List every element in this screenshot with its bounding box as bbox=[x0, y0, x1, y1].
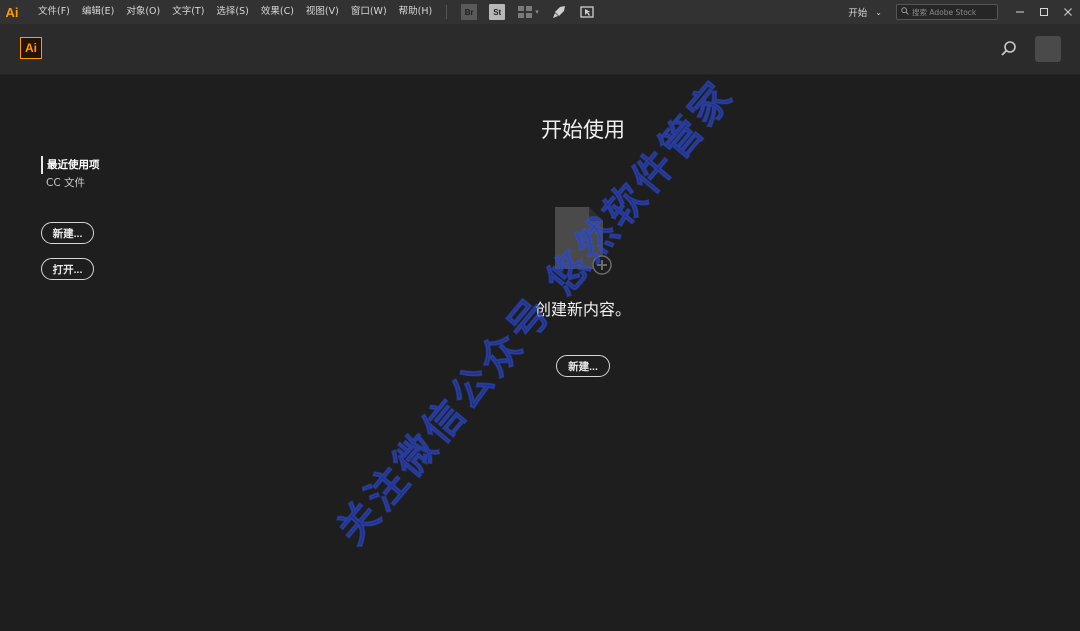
menu-object[interactable]: 对象(O) bbox=[120, 0, 166, 24]
maximize-button[interactable] bbox=[1032, 0, 1056, 24]
sidebar-item-cc-files[interactable]: CC 文件 bbox=[41, 174, 100, 192]
menu-edit[interactable]: 编辑(E) bbox=[76, 0, 120, 24]
stock-search-placeholder: 搜索 Adobe Stock bbox=[912, 7, 977, 17]
rocket-icon[interactable] bbox=[551, 4, 567, 20]
create-new-content-text: 创建新内容。 bbox=[534, 300, 631, 319]
chevron-down-icon: ⌄ bbox=[875, 7, 882, 17]
new-document-icon bbox=[553, 205, 615, 277]
menu-help[interactable]: 帮助(H) bbox=[393, 0, 439, 24]
workspace-switcher[interactable]: 开始 ⌄ bbox=[848, 5, 882, 20]
sidebar-new-button[interactable]: 新建... bbox=[41, 222, 94, 244]
stock-search-input[interactable]: 搜索 Adobe Stock bbox=[896, 4, 998, 20]
app-logo-small: Ai bbox=[5, 4, 19, 20]
menu-bar-right: 开始 ⌄ 搜索 Adobe Stock bbox=[848, 0, 1080, 24]
stock-icon[interactable]: St bbox=[489, 4, 506, 20]
chevron-down-icon[interactable]: ▾ bbox=[535, 8, 539, 16]
illustrator-start-screen: Ai 文件(F) 编辑(E) 对象(O) 文字(T) 选择(S) 效果(C) 视… bbox=[0, 0, 1080, 631]
sidebar-item-recent[interactable]: 最近使用项 bbox=[41, 156, 100, 174]
menu-items: 文件(F) 编辑(E) 对象(O) 文字(T) 选择(S) 效果(C) 视图(V… bbox=[32, 0, 438, 24]
sidebar: 最近使用项 CC 文件 bbox=[41, 156, 100, 192]
new-document-button[interactable]: 新建... bbox=[556, 355, 610, 377]
illustrator-logo: Ai bbox=[20, 37, 42, 59]
close-button[interactable] bbox=[1056, 0, 1080, 24]
avatar[interactable] bbox=[1035, 36, 1061, 62]
minimize-button[interactable] bbox=[1008, 0, 1032, 24]
page-title: 开始使用 bbox=[541, 118, 625, 142]
search-icon bbox=[901, 7, 909, 17]
search-icon[interactable] bbox=[999, 39, 1019, 59]
menu-type[interactable]: 文字(T) bbox=[166, 0, 210, 24]
toolbar-separator bbox=[446, 5, 448, 19]
gpu-preview-icon[interactable] bbox=[579, 4, 595, 20]
menu-bar: Ai 文件(F) 编辑(E) 对象(O) 文字(T) 选择(S) 效果(C) 视… bbox=[0, 0, 1080, 25]
menu-select[interactable]: 选择(S) bbox=[210, 0, 254, 24]
sidebar-open-button[interactable]: 打开... bbox=[41, 258, 94, 280]
arrange-documents-icon[interactable] bbox=[517, 4, 533, 20]
menu-effect[interactable]: 效果(C) bbox=[255, 0, 300, 24]
bridge-icon[interactable]: Br bbox=[461, 4, 478, 20]
menu-view[interactable]: 视图(V) bbox=[300, 0, 345, 24]
menu-file[interactable]: 文件(F) bbox=[32, 0, 76, 24]
menu-window[interactable]: 窗口(W) bbox=[345, 0, 393, 24]
home-header: Ai bbox=[0, 25, 1080, 75]
workspace-label: 开始 bbox=[848, 8, 868, 19]
